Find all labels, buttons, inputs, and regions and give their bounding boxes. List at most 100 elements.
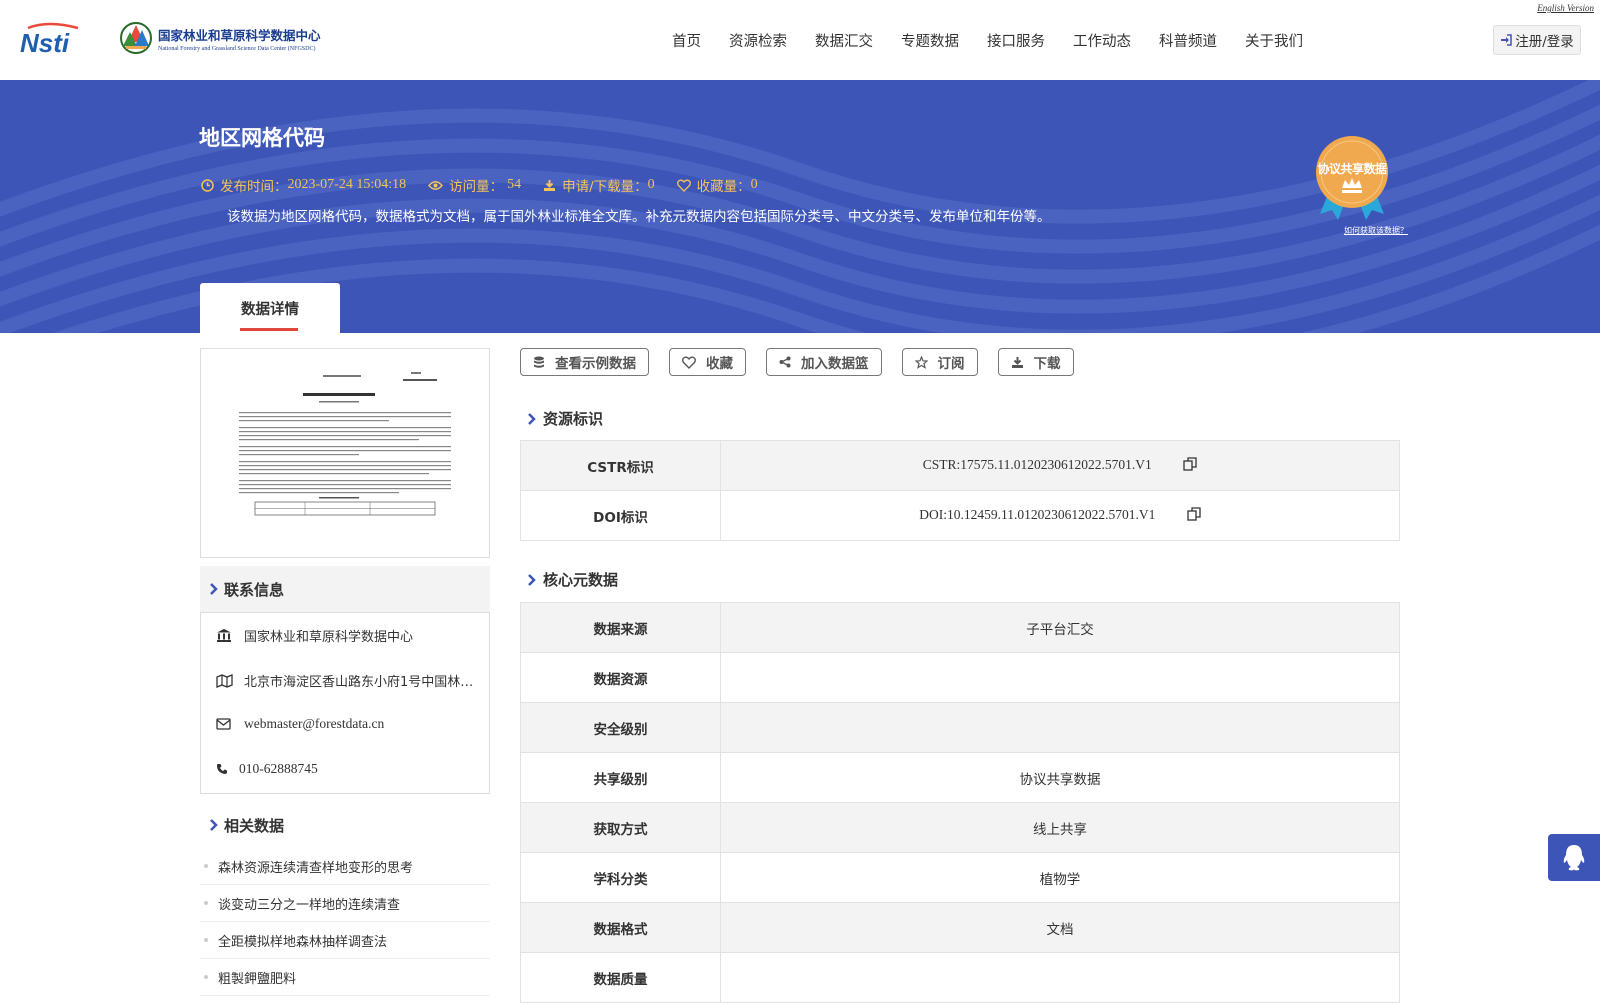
view-sample-button[interactable]: 查看示例数据 xyxy=(520,348,649,376)
tab-label: 数据详情 xyxy=(241,302,299,318)
collect-button[interactable]: 收藏 xyxy=(669,348,746,376)
document-thumbnail[interactable] xyxy=(200,348,490,558)
qq-chat-button[interactable] xyxy=(1548,834,1600,881)
nav-thematic-data[interactable]: 专题数据 xyxy=(887,30,973,51)
identifier-value-cell: DOI:10.12459.11.0120230612022.5701.V1 xyxy=(720,490,1400,541)
table-row: 数据来源 子平台汇交 xyxy=(520,602,1400,653)
meta-info: 发布时间： 2023-07-24 15:04:18 访问量： 54 申请/下载量… xyxy=(201,175,780,195)
map-icon xyxy=(216,673,233,688)
table-row: CSTR标识 CSTR:17575.11.0120230612022.5701.… xyxy=(520,440,1400,491)
metadata-value xyxy=(720,952,1400,1003)
heart-icon xyxy=(682,356,696,369)
view-sample-label: 查看示例数据 xyxy=(555,356,636,372)
contact-phone-text: 010-62888745 xyxy=(239,761,318,776)
publish-time-value: 2023-07-24 15:04:18 xyxy=(287,177,407,192)
nav-science-channel[interactable]: 科普频道 xyxy=(1145,30,1231,51)
table-row: DOI标识 DOI:10.12459.11.0120230612022.5701… xyxy=(520,490,1400,541)
center-subtitle: National Forestry and Grassland Science … xyxy=(158,45,316,52)
download-button[interactable]: 下载 xyxy=(997,348,1074,376)
nav-home[interactable]: 首页 xyxy=(658,30,715,51)
core-metadata-heading: 核心元数据 xyxy=(543,571,619,589)
copy-icon[interactable] xyxy=(1183,456,1197,475)
bank-icon xyxy=(217,629,231,642)
eye-icon xyxy=(428,180,444,190)
nfgsdc-emblem-icon xyxy=(120,22,152,54)
downloads-value: 0 xyxy=(647,177,655,192)
phone-icon xyxy=(217,764,227,774)
action-toolbar: 查看示例数据 收藏 加入数据篮 订阅 下载 xyxy=(520,348,1094,376)
svg-text:Nsti: Nsti xyxy=(20,28,70,56)
table-row: 数据格式 文档 xyxy=(520,902,1400,953)
database-icon xyxy=(534,356,544,368)
metadata-value xyxy=(720,702,1400,753)
metadata-value: 协议共享数据 xyxy=(720,752,1400,803)
heart-icon xyxy=(676,179,691,192)
add-to-basket-label: 加入数据篮 xyxy=(801,356,869,372)
bullet-icon xyxy=(204,938,208,942)
contact-org: 国家林业和草原科学数据中心 xyxy=(216,626,481,645)
page-title: 地区网格代码 xyxy=(199,126,325,150)
contact-section-header: 联系信息 xyxy=(200,566,490,612)
metadata-value: 子平台汇交 xyxy=(720,602,1400,653)
star-icon xyxy=(914,355,928,369)
login-label: 注册/登录 xyxy=(1515,34,1574,50)
subscribe-label: 订阅 xyxy=(937,356,965,372)
copy-icon[interactable] xyxy=(1187,506,1201,525)
metadata-key: 共享级别 xyxy=(520,752,721,803)
nav-work-news[interactable]: 工作动态 xyxy=(1059,30,1145,51)
doi-value: DOI:10.12459.11.0120230612022.5701.V1 xyxy=(919,506,1156,522)
nsti-logo[interactable]: Nsti xyxy=(18,22,98,58)
related-item[interactable]: 全距模拟样地森林抽样调查法 xyxy=(200,922,490,959)
contact-email-text[interactable]: webmaster@forestdata.cn xyxy=(244,716,384,732)
subscribe-button[interactable]: 订阅 xyxy=(901,348,978,376)
visits-label: 访问量： xyxy=(449,179,504,195)
nav-data-submission[interactable]: 数据汇交 xyxy=(801,30,887,51)
nav-api-service[interactable]: 接口服务 xyxy=(973,30,1059,51)
tab-data-details[interactable]: 数据详情 xyxy=(200,283,340,333)
how-to-get-link[interactable]: 如何获取该数据？ xyxy=(1344,225,1408,236)
core-metadata-section-header: 核心元数据 xyxy=(526,569,618,590)
downloads-label: 申请/下载量： xyxy=(562,179,648,195)
visits-value: 54 xyxy=(507,177,522,192)
metadata-value: 线上共享 xyxy=(720,802,1400,853)
identifier-key: CSTR标识 xyxy=(520,440,721,491)
download-icon xyxy=(544,179,556,191)
login-button[interactable]: 注册/登录 xyxy=(1493,25,1581,55)
core-metadata-table: 数据来源 子平台汇交 数据资源 安全级别 共享级别 协议共享数据 获取方式 线上共享 … xyxy=(520,602,1400,1003)
chevron-right-icon xyxy=(528,412,536,425)
related-item-label: 全距模拟样地森林抽样调查法 xyxy=(218,934,388,950)
contact-info: 国家林业和草原科学数据中心 北京市海淀区香山路东小府1号中国林业科学研究院 we… xyxy=(200,612,490,794)
related-data-list: 森林资源连续清查样地变形的思考 谈变动三分之一样地的连续清查 全距模拟样地森林抽… xyxy=(200,848,490,996)
identifiers-section-header: 资源标识 xyxy=(526,408,603,429)
clock-icon xyxy=(201,178,214,192)
contact-phone: 010-62888745 xyxy=(216,761,481,777)
bullet-icon xyxy=(204,864,208,868)
related-item[interactable]: 森林资源连续清查样地变形的思考 xyxy=(200,848,490,885)
banner: 地区网格代码 发布时间： 2023-07-24 15:04:18 访问量： 54… xyxy=(0,80,1600,333)
add-to-basket-button[interactable]: 加入数据篮 xyxy=(766,348,882,376)
nav-about-us[interactable]: 关于我们 xyxy=(1231,30,1317,51)
nfgsdc-logo[interactable]: 国家林业和草原科学数据中心 National Forestry and Gras… xyxy=(118,20,321,56)
bullet-icon xyxy=(204,975,208,979)
data-description: 该数据为地区网格代码，数据格式为文档，属于国外林业标准全文库。补充元数据内容包括… xyxy=(227,209,1051,225)
nav-resource-search[interactable]: 资源检索 xyxy=(715,30,801,51)
shared-data-badge-icon xyxy=(1316,136,1388,220)
center-title: 国家林业和草原科学数据中心 xyxy=(158,27,321,43)
contact-email: webmaster@forestdata.cn xyxy=(216,716,481,732)
contact-address: 北京市海淀区香山路东小府1号中国林业科学研究院 xyxy=(216,671,481,690)
favorites-label: 收藏量： xyxy=(696,179,751,195)
english-version-link[interactable]: English Version xyxy=(1537,3,1594,13)
related-item[interactable]: 粗製鉀鹽肥料 xyxy=(200,959,490,996)
metadata-value xyxy=(720,652,1400,703)
contact-address-text: 北京市海淀区香山路东小府1号中国林业科学研究院 xyxy=(244,675,476,690)
sign-in-icon xyxy=(1501,34,1512,46)
related-item-label: 粗製鉀鹽肥料 xyxy=(218,971,297,987)
envelope-icon xyxy=(216,718,231,730)
related-item[interactable]: 谈变动三分之一样地的连续清查 xyxy=(200,885,490,922)
publish-time-label: 发布时间： xyxy=(220,179,288,195)
table-row: 数据资源 xyxy=(520,652,1400,703)
metadata-key: 安全级别 xyxy=(520,702,721,753)
table-row: 获取方式 线上共享 xyxy=(520,802,1400,853)
metadata-key: 数据来源 xyxy=(520,602,721,653)
identifier-value-cell: CSTR:17575.11.0120230612022.5701.V1 xyxy=(720,440,1400,491)
